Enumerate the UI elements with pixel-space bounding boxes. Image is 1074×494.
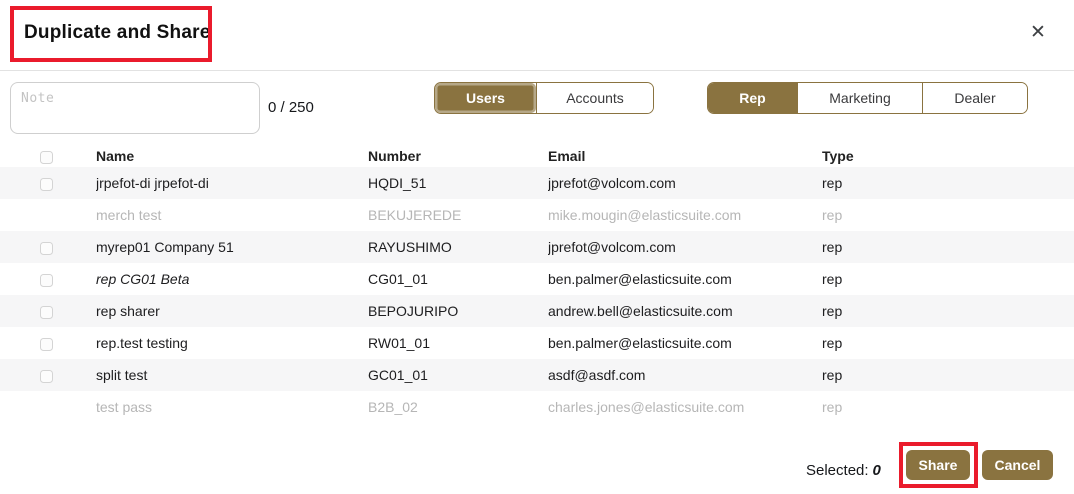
cell-type: rep: [822, 199, 1074, 231]
toggle-users[interactable]: Users: [435, 83, 536, 113]
cell-number: HQDI_51: [368, 167, 548, 199]
cell-name: rep.test testing: [96, 327, 368, 359]
share-button[interactable]: Share: [906, 450, 970, 480]
selected-count: 0: [873, 462, 881, 479]
cell-type: rep: [822, 263, 1074, 295]
cell-number: B2B_02: [368, 391, 548, 423]
cell-number: RW01_01: [368, 327, 548, 359]
cell-number: RAYUSHIMO: [368, 231, 548, 263]
cell-email: ben.palmer@elasticsuite.com: [548, 327, 822, 359]
close-icon[interactable]: ✕: [1026, 21, 1050, 45]
cell-type: rep: [822, 391, 1074, 423]
entity-toggle-group: Users Accounts: [434, 82, 654, 114]
cell-type: rep: [822, 295, 1074, 327]
select-all-checkbox[interactable]: [40, 151, 53, 164]
row-checkbox[interactable]: [40, 178, 53, 191]
table-row[interactable]: jrpefot-di jrpefot-di HQDI_51 jprefot@vo…: [0, 167, 1074, 199]
toggle-marketing[interactable]: Marketing: [797, 83, 922, 113]
cell-type: rep: [822, 327, 1074, 359]
row-checkbox[interactable]: [40, 370, 53, 383]
cell-email: charles.jones@elasticsuite.com: [548, 391, 822, 423]
cell-email: asdf@asdf.com: [548, 359, 822, 391]
toggle-rep[interactable]: Rep: [708, 83, 797, 113]
table-row[interactable]: rep sharer BEPOJURIPO andrew.bell@elasti…: [0, 295, 1074, 327]
cell-name: myrep01 Company 51: [96, 231, 368, 263]
cell-email: mike.mougin@elasticsuite.com: [548, 199, 822, 231]
column-header-name: Name: [96, 145, 368, 167]
note-input[interactable]: [10, 82, 260, 134]
row-checkbox[interactable]: [40, 274, 53, 287]
column-header-type: Type: [822, 145, 1074, 167]
toggle-dealer[interactable]: Dealer: [922, 83, 1027, 113]
column-header-number: Number: [368, 145, 548, 167]
table-row: merch test BEKUJEREDE mike.mougin@elasti…: [0, 199, 1074, 231]
cell-name: rep CG01 Beta: [96, 263, 368, 295]
table-header-row: Name Number Email Type: [0, 145, 1074, 167]
table-row[interactable]: rep CG01 Beta CG01_01 ben.palmer@elastic…: [0, 263, 1074, 295]
selected-count-line: Selected:0: [806, 462, 881, 479]
table-row: test pass B2B_02 charles.jones@elasticsu…: [0, 391, 1074, 423]
cell-type: rep: [822, 231, 1074, 263]
row-checkbox[interactable]: [40, 306, 53, 319]
page-title: Duplicate and Share: [24, 22, 210, 44]
cell-email: jprefot@volcom.com: [548, 231, 822, 263]
header-divider: [0, 70, 1074, 71]
row-checkbox[interactable]: [40, 338, 53, 351]
duplicate-and-share-dialog: Duplicate and Share ✕ 0 / 250 Users Acco…: [0, 0, 1074, 494]
toggle-accounts[interactable]: Accounts: [536, 83, 653, 113]
cell-number: BEPOJURIPO: [368, 295, 548, 327]
cell-email: andrew.bell@elasticsuite.com: [548, 295, 822, 327]
cell-name: rep sharer: [96, 295, 368, 327]
note-counter: 0 / 250: [268, 99, 314, 116]
cancel-button[interactable]: Cancel: [982, 450, 1053, 480]
cell-type: rep: [822, 167, 1074, 199]
cell-number: GC01_01: [368, 359, 548, 391]
table-row[interactable]: rep.test testing RW01_01 ben.palmer@elas…: [0, 327, 1074, 359]
audience-toggle-group: Rep Marketing Dealer: [707, 82, 1028, 114]
cell-email: jprefot@volcom.com: [548, 167, 822, 199]
cell-email: ben.palmer@elasticsuite.com: [548, 263, 822, 295]
cell-name: merch test: [96, 199, 368, 231]
table-row[interactable]: split test GC01_01 asdf@asdf.com rep: [0, 359, 1074, 391]
table-row[interactable]: myrep01 Company 51 RAYUSHIMO jprefot@vol…: [0, 231, 1074, 263]
row-checkbox[interactable]: [40, 242, 53, 255]
column-header-email: Email: [548, 145, 822, 167]
selected-label: Selected:: [806, 462, 869, 479]
cell-name: test pass: [96, 391, 368, 423]
cell-name: jrpefot-di jrpefot-di: [96, 167, 368, 199]
cell-name: split test: [96, 359, 368, 391]
cell-type: rep: [822, 359, 1074, 391]
share-targets-table: Name Number Email Type jrpefot-di jrpefo…: [0, 145, 1074, 423]
cell-number: BEKUJEREDE: [368, 199, 548, 231]
cell-number: CG01_01: [368, 263, 548, 295]
